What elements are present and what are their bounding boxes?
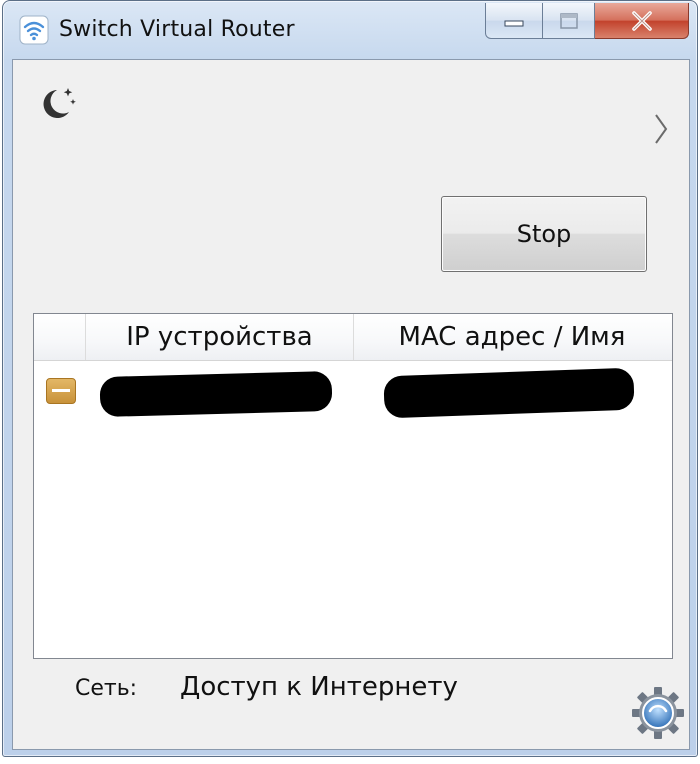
column-header-mac[interactable]: MAC адрес / Имя [354,314,670,360]
devices-list[interactable]: IP устройства MAC адрес / Имя [33,313,673,659]
stop-button[interactable]: Stop [441,196,647,272]
minimize-icon [504,20,524,26]
window-title: Switch Virtual Router [59,17,295,42]
maximize-button[interactable] [543,3,595,39]
column-header-ip[interactable]: IP устройства [86,314,354,360]
maximize-icon [559,12,578,29]
redacted-ip [99,370,333,418]
column-header-icon[interactable] [34,314,86,360]
gear-icon[interactable] [631,686,685,740]
close-button[interactable] [595,3,689,39]
device-icon [46,378,76,404]
list-item[interactable] [34,367,672,419]
network-status: Доступ к Интернету [180,672,458,702]
redacted-mac [383,367,635,419]
title-bar[interactable]: Switch Virtual Router [3,1,697,59]
wifi-icon [19,15,49,45]
minimize-button[interactable] [485,3,543,39]
app-window: Switch Virtual Router Stop IP устройства… [2,0,698,757]
window-controls [485,3,689,43]
close-icon [631,10,652,31]
network-label: Сеть: [75,676,138,701]
moon-stars-icon[interactable] [35,82,79,126]
client-area: Stop IP устройства MAC адрес / Имя Сеть:… [12,59,690,750]
list-header: IP устройства MAC адрес / Имя [34,314,672,361]
chevron-right-icon[interactable] [653,112,669,146]
